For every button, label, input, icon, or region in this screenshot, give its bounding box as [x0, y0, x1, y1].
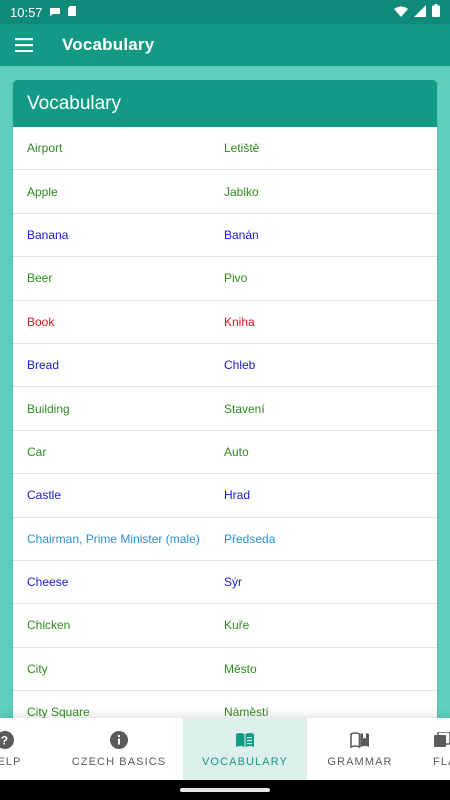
- english-word: City: [27, 661, 48, 676]
- book-bookmark-icon: [350, 732, 369, 748]
- czech-word: Sýr: [224, 575, 242, 590]
- help-icon: ?: [0, 731, 14, 749]
- vocabulary-row[interactable]: Bread Chleb: [13, 344, 437, 388]
- czech-word: Kuře: [224, 618, 250, 633]
- cards-icon: [434, 732, 450, 747]
- czech-word: Auto: [224, 444, 249, 459]
- status-time: 10:57: [10, 4, 43, 20]
- nav-vocabulary-label: VOCABULARY: [202, 756, 288, 768]
- battery-icon: [432, 4, 440, 20]
- info-icon: [110, 731, 128, 749]
- signal-icon: [414, 4, 426, 20]
- czech-word: Stavení: [224, 401, 265, 416]
- vocabulary-row[interactable]: Castle Hrad: [13, 474, 437, 518]
- nav-vocabulary[interactable]: VOCABULARY: [183, 718, 307, 780]
- nav-czech-basics[interactable]: CZECH BASICS: [55, 718, 183, 780]
- vocabulary-row[interactable]: Chairman, Prime Minister (male) Předseda: [13, 518, 437, 561]
- vocabulary-row[interactable]: Beer Pivo: [13, 257, 437, 301]
- czech-word: Letiště: [224, 141, 260, 156]
- card-header: Vocabulary: [13, 80, 437, 127]
- vocabulary-row[interactable]: Building Stavení: [13, 387, 437, 431]
- nav-grammar-label: GRAMMAR: [327, 756, 393, 768]
- book-open-icon: [236, 733, 254, 747]
- vocabulary-row[interactable]: Chicken Kuře: [13, 604, 437, 648]
- czech-word: Město: [224, 661, 257, 676]
- vocabulary-row[interactable]: City Město: [13, 648, 437, 692]
- czech-word: Hrad: [224, 488, 251, 503]
- english-word: Book: [27, 314, 55, 329]
- english-word: Airport: [27, 141, 63, 156]
- czech-word: Jablko: [224, 184, 259, 199]
- nav-help[interactable]: ? HELP: [0, 718, 55, 780]
- english-word: Bread: [27, 358, 60, 373]
- home-gesture-handle[interactable]: [180, 788, 270, 792]
- czech-word: Předseda: [224, 531, 276, 546]
- system-navigation-bar: [0, 780, 450, 800]
- nav-flashcards[interactable]: FLASHCARDS: [413, 718, 450, 780]
- english-word: Cheese: [27, 575, 69, 590]
- czech-word: Pivo: [224, 271, 248, 286]
- vocabulary-row[interactable]: Cheese Sýr: [13, 561, 437, 605]
- english-word: Chicken: [27, 618, 71, 633]
- czech-word: Banán: [224, 227, 259, 242]
- vocabulary-row[interactable]: Airport Letiště: [13, 127, 437, 171]
- nav-czech-basics-label: CZECH BASICS: [71, 756, 167, 768]
- chat-notification-icon: [49, 5, 61, 20]
- hamburger-menu-icon: [15, 38, 33, 52]
- english-word: Apple: [27, 184, 58, 199]
- english-word: Car: [27, 444, 47, 459]
- nav-flashcards-label: FLASHCARDS: [433, 756, 450, 768]
- vocabulary-list[interactable]: Airport Letiště Apple Jablko Banana Banán Beer…: [13, 127, 437, 720]
- czech-word: Chleb: [224, 358, 256, 373]
- vocabulary-row[interactable]: Book Kniha: [13, 301, 437, 344]
- english-word: Banana: [27, 227, 69, 242]
- vocabulary-row[interactable]: Banana Banán: [13, 214, 437, 258]
- english-word: Castle: [27, 488, 62, 503]
- main-content[interactable]: Vocabulary Airport Letiště Apple Jablko Bana…: [0, 66, 450, 720]
- bottom-navigation: ? HELP CZECH BASICS VOCABULARY: [0, 718, 450, 780]
- sd-card-icon: [67, 5, 77, 20]
- menu-button[interactable]: [2, 24, 46, 66]
- english-word: Chairman, Prime Minister (male): [27, 531, 200, 546]
- page-title: Vocabulary: [62, 35, 155, 54]
- wifi-icon: [394, 5, 408, 20]
- status-bar: 10:57: [0, 0, 450, 24]
- app-bar: Vocabulary: [0, 24, 450, 66]
- czech-word: Kniha: [224, 314, 255, 329]
- nav-help-label: HELP: [0, 756, 22, 768]
- english-word: Beer: [27, 271, 53, 286]
- vocabulary-row[interactable]: Car Auto: [13, 431, 437, 475]
- nav-grammar[interactable]: GRAMMAR: [307, 718, 413, 780]
- vocabulary-row[interactable]: Apple Jablko: [13, 170, 437, 214]
- english-word: Building: [27, 401, 70, 416]
- vocabulary-row[interactable]: City Square Náměstí: [13, 691, 437, 720]
- svg-text:?: ?: [1, 734, 9, 748]
- vocabulary-card: Vocabulary Airport Letiště Apple Jablko Bana…: [13, 80, 437, 720]
